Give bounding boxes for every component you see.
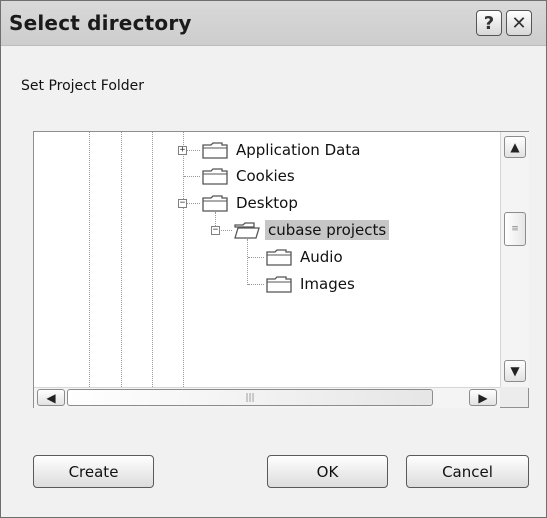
scroll-up-button[interactable]: ▲: [504, 136, 526, 158]
close-icon: ✕: [511, 12, 527, 34]
cancel-button[interactable]: Cancel: [406, 455, 529, 488]
scroll-left-button[interactable]: ◀: [37, 389, 65, 406]
tree-connector: [248, 284, 264, 285]
select-directory-dialog: Select directory ? ✕ Set Project Folder …: [0, 0, 547, 518]
scroll-right-button[interactable]: ▶: [469, 389, 497, 406]
tree-node-audio[interactable]: Audio: [297, 247, 346, 267]
open-folder-icon: [234, 222, 260, 239]
title-bar[interactable]: Select directory ? ✕: [1, 1, 546, 46]
grip-icon: ≡: [511, 224, 519, 234]
tree-guide-line: [183, 132, 184, 387]
help-button[interactable]: ?: [476, 10, 502, 36]
directory-tree[interactable]: + Application Data Cookies − Desktop − c…: [33, 131, 529, 408]
tree-node-cookies[interactable]: Cookies: [233, 166, 298, 186]
tree-connector: [248, 257, 264, 258]
ok-button[interactable]: OK: [267, 455, 388, 488]
tree-guide-line: [152, 132, 153, 387]
collapse-toggle[interactable]: −: [178, 199, 187, 208]
vertical-scroll-thumb[interactable]: ≡: [504, 212, 526, 246]
collapse-toggle[interactable]: −: [211, 226, 220, 235]
expand-toggle[interactable]: +: [178, 146, 187, 155]
grip-icon: |||: [245, 392, 255, 403]
dialog-subtitle: Set Project Folder: [21, 78, 145, 94]
chevron-down-icon: ▼: [510, 364, 520, 378]
tree-node-desktop[interactable]: Desktop: [233, 193, 301, 213]
create-button[interactable]: Create: [33, 455, 154, 488]
scrollbar-corner: [500, 387, 528, 407]
tree-connector: [184, 176, 200, 177]
close-button[interactable]: ✕: [506, 10, 532, 36]
chevron-up-icon: ▲: [510, 140, 520, 154]
dialog-title: Select directory: [9, 11, 192, 35]
tree-guide-line: [247, 239, 248, 285]
tree-guide-line: [89, 132, 90, 387]
scroll-down-button[interactable]: ▼: [504, 360, 526, 382]
folder-icon: [202, 195, 228, 212]
tree-node-images[interactable]: Images: [297, 274, 358, 294]
tree-guide-line: [121, 132, 122, 387]
horizontal-scroll-thumb[interactable]: |||: [67, 389, 433, 406]
chevron-left-icon: ◀: [46, 390, 56, 405]
folder-icon: [266, 249, 292, 266]
tree-node-cubase-projects[interactable]: cubase projects: [265, 220, 390, 240]
folder-icon: [202, 168, 228, 185]
tree-node-application-data[interactable]: Application Data: [233, 140, 363, 160]
folder-icon: [266, 276, 292, 293]
chevron-right-icon: ▶: [478, 390, 488, 405]
horizontal-scrollbar[interactable]: ◀ ||| ▶: [34, 387, 500, 408]
vertical-scrollbar[interactable]: ▲ ≡ ▼: [500, 132, 529, 388]
folder-icon: [202, 142, 228, 159]
help-icon: ?: [483, 12, 495, 34]
